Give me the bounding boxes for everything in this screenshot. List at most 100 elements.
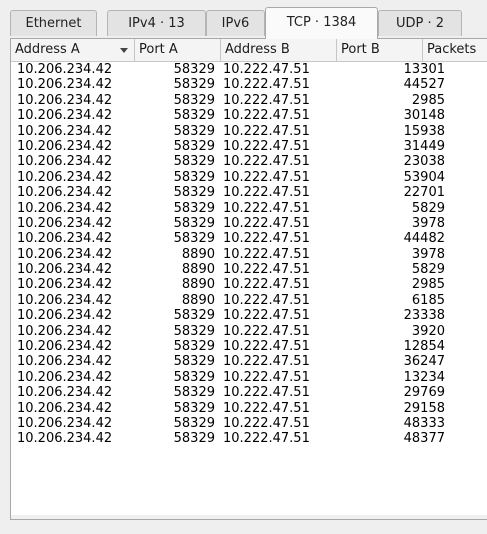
table-row[interactable]: 10.206.234.42 58329 10.222.47.51 12854 — [11, 339, 487, 354]
table-row[interactable]: 10.206.234.42 58329 10.222.47.51 3978 — [11, 216, 487, 231]
tab-tcp[interactable]: TCP · 1384 — [265, 7, 378, 39]
address-b-cell: 10.222.47.51 — [223, 169, 310, 185]
tab-ethernet[interactable]: Ethernet — [10, 10, 97, 36]
address-b-cell: 10.222.47.51 — [223, 215, 310, 231]
address-a-cell: 10.206.234.42 — [17, 323, 113, 339]
port-b-cell: 22701 — [403, 185, 445, 201]
address-a-cell: 10.206.234.42 — [17, 231, 113, 247]
table-row[interactable]: 10.206.234.42 58329 10.222.47.51 23338 — [11, 308, 487, 323]
address-b-cell: 10.222.47.51 — [223, 369, 310, 385]
table-row[interactable]: 10.206.234.42 58329 10.222.47.51 13234 — [11, 370, 487, 385]
port-a-cell: 58329 — [173, 400, 215, 416]
table-row[interactable]: 10.206.234.42 58329 10.222.47.51 30148 — [11, 108, 487, 123]
port-b-cell: 23038 — [403, 154, 445, 170]
address-a-cell: 10.206.234.42 — [17, 185, 113, 201]
table-row[interactable]: 10.206.234.42 8890 10.222.47.51 5829 — [11, 262, 487, 277]
port-b-cell: 23338 — [403, 308, 445, 324]
tab-ipv6[interactable]: IPv6 — [206, 10, 265, 36]
port-a-cell: 58329 — [173, 431, 215, 447]
table-row[interactable]: 10.206.234.42 58329 10.222.47.51 48333 — [11, 416, 487, 431]
port-a-cell: 58329 — [173, 339, 215, 355]
tab-ipv4[interactable]: IPv4 · 13 — [107, 10, 206, 36]
port-a-cell: 58329 — [173, 215, 215, 231]
table-row[interactable]: 10.206.234.42 58329 10.222.47.51 29158 — [11, 401, 487, 416]
table-row[interactable]: 10.206.234.42 58329 10.222.47.51 48377 — [11, 431, 487, 446]
port-b-cell: 3978 — [411, 246, 445, 262]
address-a-cell: 10.206.234.42 — [17, 246, 113, 262]
address-a-cell: 10.206.234.42 — [17, 431, 113, 447]
address-b-cell: 10.222.47.51 — [223, 431, 310, 447]
port-b-cell: 13234 — [403, 369, 445, 385]
table-row[interactable]: 10.206.234.42 8890 10.222.47.51 2985 — [11, 277, 487, 292]
address-b-cell: 10.222.47.51 — [223, 92, 310, 108]
address-b-cell: 10.222.47.51 — [223, 354, 310, 370]
port-b-cell: 53904 — [403, 169, 445, 185]
column-header-address-b[interactable]: Address B — [221, 39, 337, 61]
port-b-cell: 2985 — [411, 277, 445, 293]
port-a-cell: 58329 — [173, 369, 215, 385]
table-row[interactable]: 10.206.234.42 58329 10.222.47.51 23038 — [11, 154, 487, 169]
column-header-label: Port A — [139, 42, 178, 57]
port-b-cell: 3920 — [411, 323, 445, 339]
port-b-cell: 5829 — [411, 200, 445, 216]
address-a-cell: 10.206.234.42 — [17, 92, 113, 108]
table-row[interactable]: 10.206.234.42 58329 10.222.47.51 5829 — [11, 201, 487, 216]
table-row[interactable]: 10.206.234.42 58329 10.222.47.51 3920 — [11, 324, 487, 339]
address-a-cell: 10.206.234.42 — [17, 339, 113, 355]
tab-udp[interactable]: UDP · 2 — [378, 10, 462, 36]
table-row[interactable]: 10.206.234.42 58329 10.222.47.51 36247 — [11, 354, 487, 369]
address-b-cell: 10.222.47.51 — [223, 123, 310, 139]
table-row[interactable]: 10.206.234.42 8890 10.222.47.51 6185 — [11, 293, 487, 308]
address-a-cell: 10.206.234.42 — [17, 400, 113, 416]
table-row[interactable]: 10.206.234.42 58329 10.222.47.51 31449 — [11, 139, 487, 154]
address-b-cell: 10.222.47.51 — [223, 62, 310, 77]
port-b-cell: 48377 — [403, 431, 445, 447]
address-a-cell: 10.206.234.42 — [17, 154, 113, 170]
address-b-cell: 10.222.47.51 — [223, 415, 310, 431]
column-header-port-a[interactable]: Port A — [135, 39, 221, 61]
port-a-cell: 58329 — [173, 62, 215, 77]
port-a-cell: 58329 — [173, 138, 215, 154]
port-a-cell: 58329 — [173, 354, 215, 370]
table-row[interactable]: 10.206.234.42 58329 10.222.47.51 53904 — [11, 170, 487, 185]
port-b-cell: 12854 — [403, 339, 445, 355]
tab-bar: Ethernet IPv4 · 13 IPv6 TCP · 1384 UDP ·… — [10, 7, 487, 39]
port-a-cell: 8890 — [181, 246, 215, 262]
port-b-cell: 5829 — [411, 262, 445, 278]
table-row[interactable]: 10.206.234.42 58329 10.222.47.51 29769 — [11, 385, 487, 400]
port-b-cell: 29769 — [403, 385, 445, 401]
table-row[interactable]: 10.206.234.42 58329 10.222.47.51 13301 — [11, 62, 487, 77]
port-a-cell: 58329 — [173, 108, 215, 124]
table-row[interactable]: 10.206.234.42 58329 10.222.47.51 22701 — [11, 185, 487, 200]
address-b-cell: 10.222.47.51 — [223, 231, 310, 247]
address-b-cell: 10.222.47.51 — [223, 385, 310, 401]
address-a-cell: 10.206.234.42 — [17, 138, 113, 154]
address-a-cell: 10.206.234.42 — [17, 415, 113, 431]
column-header-label: Packets — [427, 42, 477, 57]
port-b-cell: 29158 — [403, 400, 445, 416]
table-row[interactable]: 10.206.234.42 58329 10.222.47.51 44527 — [11, 77, 487, 92]
address-a-cell: 10.206.234.42 — [17, 215, 113, 231]
address-a-cell: 10.206.234.42 — [17, 277, 113, 293]
address-a-cell: 10.206.234.42 — [17, 385, 113, 401]
conversation-table: Address A Port A Address B Port B Packet… — [10, 38, 487, 520]
column-header-port-b[interactable]: Port B — [337, 39, 423, 61]
port-b-cell: 2985 — [411, 92, 445, 108]
table-row[interactable]: 10.206.234.42 58329 10.222.47.51 15938 — [11, 124, 487, 139]
table-row[interactable]: 10.206.234.42 58329 10.222.47.51 44482 — [11, 231, 487, 246]
port-a-cell: 58329 — [173, 123, 215, 139]
column-header-packets[interactable]: Packets — [423, 39, 487, 61]
column-header-address-a[interactable]: Address A — [11, 39, 135, 61]
table-row[interactable]: 10.206.234.42 8890 10.222.47.51 3978 — [11, 247, 487, 262]
port-b-cell: 15938 — [403, 123, 445, 139]
column-header-label: Address B — [225, 42, 290, 57]
address-a-cell: 10.206.234.42 — [17, 200, 113, 216]
column-header-label: Port B — [341, 42, 380, 57]
table-row[interactable]: 10.206.234.42 58329 10.222.47.51 2985 — [11, 93, 487, 108]
address-a-cell: 10.206.234.42 — [17, 354, 113, 370]
address-b-cell: 10.222.47.51 — [223, 154, 310, 170]
table-header: Address A Port A Address B Port B Packet… — [11, 39, 487, 62]
port-a-cell: 58329 — [173, 231, 215, 247]
address-b-cell: 10.222.47.51 — [223, 77, 310, 93]
horizontal-scrollbar[interactable] — [11, 515, 487, 519]
